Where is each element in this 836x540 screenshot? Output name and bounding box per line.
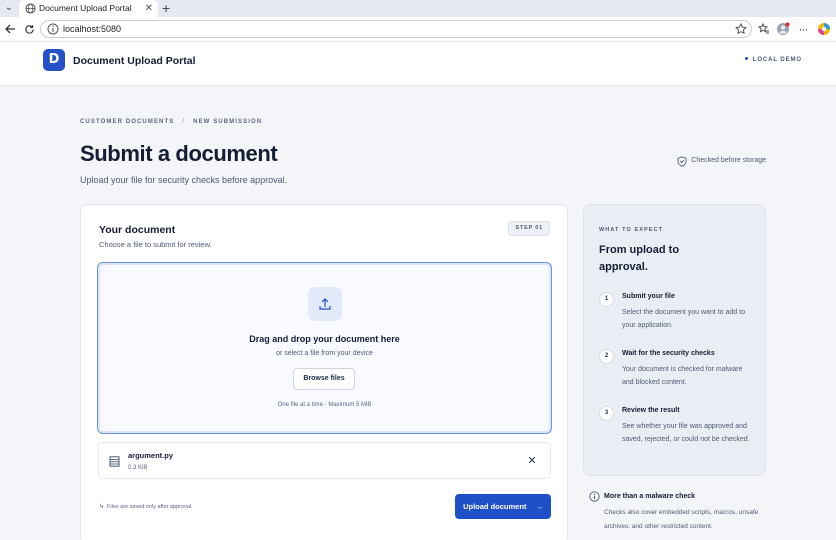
- app-header: D Document Upload Portal LOCAL DEMO: [0, 42, 836, 86]
- breadcrumb-separator: /: [182, 119, 186, 125]
- star-icon[interactable]: [735, 23, 747, 35]
- step-title: Wait for the security checks: [622, 350, 715, 357]
- status-dot-icon: [744, 56, 748, 60]
- page-title: Submit a document: [80, 141, 278, 166]
- browser-toolbar: localhost:5080 ···: [0, 17, 836, 42]
- app-title: Document Upload Portal: [73, 55, 196, 67]
- info-description: Checks also cover embedded scripts, macr…: [604, 509, 759, 530]
- site-info-icon[interactable]: [47, 23, 59, 35]
- favorites-icon[interactable]: [756, 21, 772, 37]
- upload-icon: [308, 287, 342, 321]
- step-description: Your document is checked for malware and…: [622, 366, 743, 387]
- step-badge: STEP 01: [508, 221, 550, 236]
- url-text: localhost:5080: [63, 24, 122, 34]
- save-note-text: Files are saved only after approval.: [107, 504, 193, 510]
- breadcrumb-item-new-submission: NEW SUBMISSION: [193, 119, 263, 125]
- step-number: 2: [599, 349, 614, 364]
- more-menu-icon[interactable]: ···: [795, 21, 811, 37]
- remove-file-icon[interactable]: ✕: [526, 455, 538, 467]
- step-title: Submit your file: [622, 293, 675, 300]
- reload-icon[interactable]: [21, 21, 37, 37]
- info-icon: [589, 491, 600, 502]
- file-limit-note: One file at a time · Maximum 5 MiB: [277, 402, 372, 408]
- panel-title: From upload to approval.: [599, 244, 680, 273]
- step-description: See whether your file was approved and s…: [622, 423, 750, 444]
- lock-icon: ↳: [99, 504, 105, 510]
- save-note: ↳ Files are saved only after approval.: [99, 503, 193, 512]
- address-bar[interactable]: localhost:5080: [40, 20, 752, 38]
- profile-avatar-icon[interactable]: [775, 21, 791, 37]
- app-logo[interactable]: D: [43, 49, 65, 71]
- browse-files-button[interactable]: Browse files: [293, 368, 355, 390]
- environment-badge: LOCAL DEMO: [744, 56, 802, 65]
- tab-close-icon[interactable]: ✕: [145, 1, 153, 16]
- storage-note-text: Checked before storage: [691, 157, 766, 164]
- file-dropzone[interactable]: Drag and drop your document here or sele…: [97, 262, 552, 434]
- new-tab-icon[interactable]: +: [162, 0, 170, 16]
- breadcrumb: CUSTOMER DOCUMENTS / NEW SUBMISSION: [80, 118, 262, 127]
- panel-kicker: WHAT TO EXPECT: [599, 227, 664, 233]
- dropzone-title: Drag and drop your document here: [249, 334, 400, 344]
- browser-tabstrip: ⌄ Document Upload Portal ✕ +: [0, 0, 836, 17]
- what-to-expect-panel: WHAT TO EXPECT From upload to approval. …: [583, 204, 766, 476]
- file-size: 0.3 KiB: [128, 465, 148, 471]
- page-subtitle: Upload your file for security checks bef…: [80, 175, 288, 185]
- dropzone-subtitle: or select a file from your device: [276, 350, 373, 357]
- globe-icon: [25, 3, 36, 14]
- info-title: More than a malware check: [604, 493, 696, 500]
- step-description: Select the document you want to add to y…: [622, 309, 745, 330]
- card-title: Your document: [99, 224, 176, 236]
- arrow-right-icon: →: [535, 502, 543, 511]
- storage-note: Checked before storage: [677, 155, 766, 167]
- step-number: 3: [599, 406, 614, 421]
- step-title: Review the result: [622, 407, 680, 414]
- card-subtitle: Choose a file to submit for review.: [99, 240, 212, 249]
- upload-card: Your document Choose a file to submit fo…: [80, 204, 568, 540]
- browser-tab[interactable]: Document Upload Portal ✕: [19, 0, 158, 17]
- shield-check-icon: [677, 155, 687, 167]
- copilot-icon[interactable]: [816, 21, 832, 37]
- selected-file-row: argument.py 0.3 KiB ✕: [98, 442, 551, 479]
- upload-button-label: Upload document: [463, 502, 527, 511]
- tab-list-chevron-icon[interactable]: ⌄: [2, 1, 16, 15]
- file-document-icon: [109, 456, 120, 467]
- upload-document-button[interactable]: Upload document →: [455, 494, 551, 519]
- back-arrow-icon[interactable]: [2, 21, 18, 37]
- file-name: argument.py: [128, 451, 174, 460]
- step-number: 1: [599, 292, 614, 307]
- breadcrumb-item-customer-documents[interactable]: CUSTOMER DOCUMENTS: [80, 119, 174, 125]
- environment-label: LOCAL DEMO: [752, 57, 802, 63]
- tab-title: Document Upload Portal: [39, 3, 132, 13]
